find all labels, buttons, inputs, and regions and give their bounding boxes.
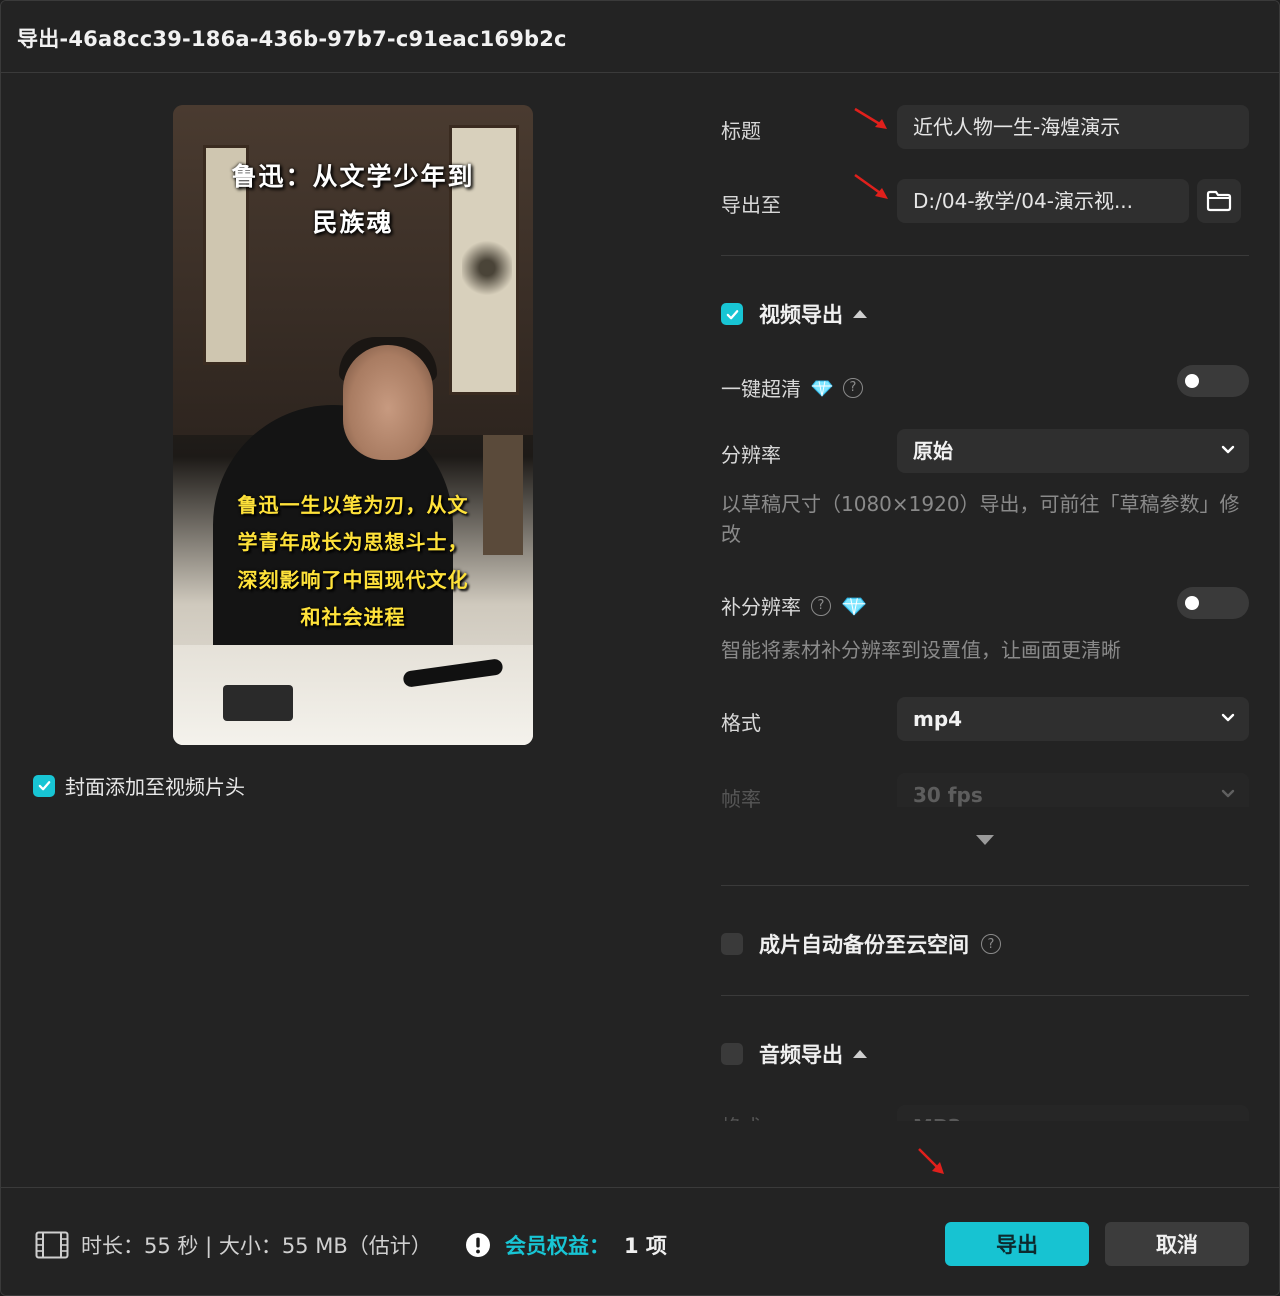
audio-export-checkbox[interactable] — [721, 1043, 743, 1065]
export-button[interactable]: 导出 — [945, 1222, 1089, 1266]
video-export-label: 视频导出 — [759, 303, 843, 327]
diamond-icon — [842, 597, 866, 616]
export-to-label: 导出至 — [721, 193, 781, 217]
help-icon[interactable]: ? — [843, 377, 863, 398]
arrow-icon — [918, 1148, 944, 1174]
title-input[interactable]: 近代人物一生-海煌演示 — [897, 105, 1249, 149]
check-icon — [726, 309, 738, 319]
collapse-icon[interactable] — [853, 1050, 867, 1058]
cover-to-head-option[interactable]: 封面添加至视频片头 — [33, 771, 245, 800]
vip-label: 会员权益： — [505, 1234, 610, 1258]
chevron-down-icon — [1221, 713, 1235, 722]
supplement-label: 补分辨率 — [721, 595, 801, 619]
cancel-button[interactable]: 取消 — [1105, 1222, 1249, 1266]
browse-folder-button[interactable] — [1197, 179, 1241, 223]
vip-count: 1 项 — [624, 1234, 667, 1258]
cover-caption-line: 深刻影响了中国现代文化 — [237, 568, 469, 592]
super-hd-toggle[interactable] — [1177, 365, 1249, 397]
resolution-hint: 以草稿尺寸（1080×1920）导出，可前往「草稿参数」修改 — [721, 492, 1240, 546]
audio-export-header[interactable]: 音频导出 — [721, 1039, 867, 1069]
alert-icon — [466, 1233, 490, 1257]
cover-caption-line: 和社会进程 — [300, 605, 406, 629]
supplement-row: 补分辨率 ? — [721, 591, 867, 620]
fps-select[interactable]: 30 fps — [897, 773, 1249, 807]
audio-export-label: 音频导出 — [759, 1043, 843, 1067]
supplement-toggle[interactable] — [1177, 587, 1249, 619]
collapse-icon[interactable] — [853, 310, 867, 318]
resolution-label: 分辨率 — [721, 443, 781, 467]
expand-more-icon[interactable] — [976, 835, 994, 845]
export-info: 时长：55 秒 | 大小：55 MB（估计） — [35, 1230, 432, 1260]
resolution-select[interactable]: 原始 — [897, 429, 1249, 473]
audio-format-select[interactable]: MP3 — [897, 1105, 1249, 1121]
cover-caption-line: 鲁迅一生以笔为刃，从文 — [237, 493, 469, 517]
format-select[interactable]: mp4 — [897, 697, 1249, 741]
diamond-icon — [811, 380, 833, 397]
cloud-backup-label: 成片自动备份至云空间 — [759, 933, 969, 957]
footer-bar: 时长：55 秒 | 大小：55 MB（估计） 会员权益： 1 项 导出 取消 — [1, 1187, 1279, 1295]
video-export-header[interactable]: 视频导出 — [721, 299, 867, 329]
arrow-icon — [854, 173, 888, 199]
video-export-checkbox[interactable] — [721, 303, 743, 325]
cloud-backup-checkbox[interactable] — [721, 933, 743, 955]
cover-checkbox-label: 封面添加至视频片头 — [65, 775, 245, 799]
format-label: 格式 — [721, 711, 761, 735]
film-icon — [35, 1231, 69, 1259]
check-icon — [38, 781, 50, 791]
help-icon[interactable]: ? — [981, 934, 1001, 954]
cover-title-line2: 民族魂 — [312, 208, 394, 237]
duration-size-text: 时长：55 秒 | 大小：55 MB（估计） — [81, 1234, 432, 1258]
window-title: 导出-46a8cc39-186a-436b-97b7-c91eac169b2c — [17, 27, 567, 51]
cloud-backup-row[interactable]: 成片自动备份至云空间 ? — [721, 929, 1001, 959]
export-dialog: 导出-46a8cc39-186a-436b-97b7-c91eac169b2c … — [0, 0, 1280, 1296]
supplement-hint: 智能将素材补分辨率到设置值，让画面更清晰 — [721, 638, 1121, 662]
fps-label: 帧率 — [721, 787, 761, 811]
cover-caption-line: 学青年成长为思想斗士， — [237, 530, 469, 554]
export-path-input[interactable]: D:/04-教学/04-演示视... — [897, 179, 1189, 223]
super-hd-label: 一键超清 — [721, 377, 801, 401]
arrow-icon — [854, 107, 887, 129]
help-icon[interactable]: ? — [811, 595, 831, 616]
chevron-down-icon — [1221, 445, 1235, 454]
ink-stone — [223, 685, 293, 721]
title-bar: 导出-46a8cc39-186a-436b-97b7-c91eac169b2c — [1, 1, 1279, 73]
super-hd-row: 一键超清 ? — [721, 373, 863, 402]
cover-title-line1: 鲁迅：从文学少年到 — [231, 162, 475, 191]
title-label: 标题 — [721, 119, 761, 143]
audio-format-label: 格式 — [721, 1111, 761, 1121]
cover-preview[interactable]: 鲁迅：从文学少年到 民族魂 鲁迅一生以笔为刃，从文 学青年成长为思想斗士， 深刻… — [173, 105, 533, 745]
vip-benefits[interactable]: 会员权益： 1 项 — [465, 1230, 667, 1260]
cover-checkbox[interactable] — [33, 774, 55, 797]
chevron-down-icon — [1221, 789, 1235, 798]
audio-format-row-clipped: 格式 MP3 — [701, 1105, 1261, 1121]
folder-icon — [1206, 190, 1232, 212]
